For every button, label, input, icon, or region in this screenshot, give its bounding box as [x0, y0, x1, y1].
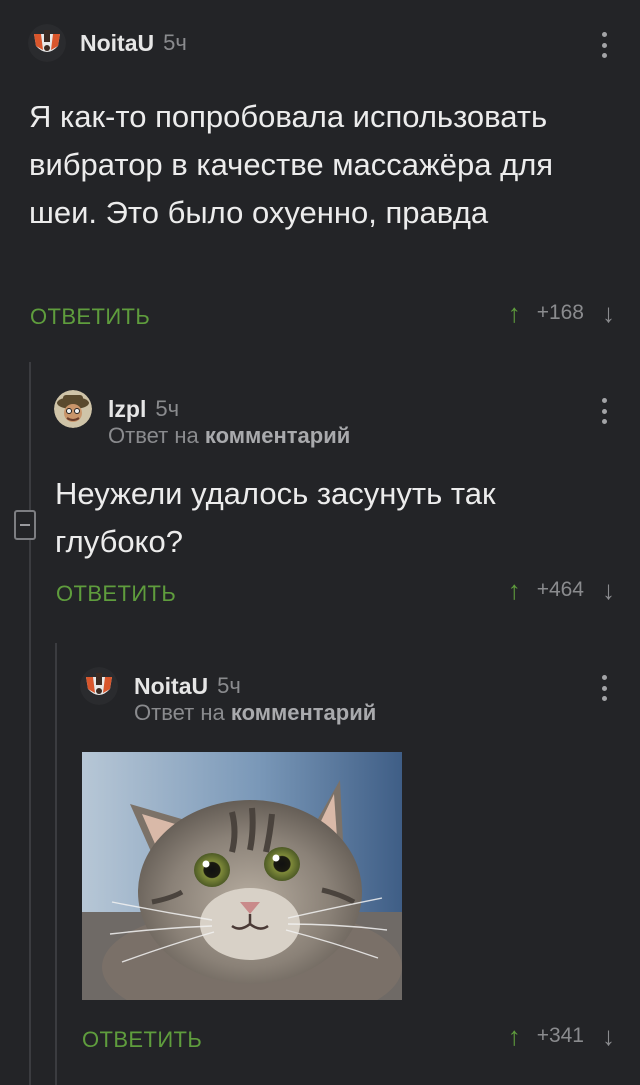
collapse-thread-button[interactable]: [14, 510, 36, 540]
comment-text: Неужели удалось засунуть так глубоко?: [55, 476, 496, 559]
avatar[interactable]: [54, 390, 92, 428]
reply-to-link[interactable]: комментарий: [231, 700, 376, 725]
reply-to-line: Ответ на комментарий: [134, 700, 376, 726]
username[interactable]: NoitaU: [80, 30, 154, 57]
vote-controls: ↑ +341 ↓: [508, 1023, 615, 1049]
reply-button[interactable]: ОТВЕТИТЬ: [82, 1027, 202, 1053]
score: +341: [536, 1024, 584, 1047]
downvote-icon[interactable]: ↓: [602, 300, 615, 326]
reply-to-line: Ответ на комментарий: [108, 423, 350, 449]
vote-controls: ↑ +168 ↓: [508, 300, 615, 326]
score: +168: [536, 301, 584, 324]
score: +464: [536, 578, 584, 601]
avatar[interactable]: [28, 24, 66, 62]
thread-line-level-1: [29, 362, 31, 1085]
downvote-icon[interactable]: ↓: [602, 577, 615, 603]
more-options-icon[interactable]: [601, 675, 607, 701]
timestamp: 5ч: [155, 396, 180, 421]
thread-line-level-2: [55, 643, 57, 1085]
reply-to-link[interactable]: комментарий: [205, 423, 350, 448]
reply-button[interactable]: ОТВЕТИТЬ: [30, 304, 150, 330]
downvote-icon[interactable]: ↓: [602, 1023, 615, 1049]
surprised-cat-image[interactable]: [82, 752, 402, 1000]
more-options-icon[interactable]: [601, 398, 607, 424]
reply-to-prefix: Ответ на: [134, 700, 225, 725]
comment-1-header: NoitaU 5ч: [28, 24, 187, 62]
upvote-icon[interactable]: ↑: [508, 577, 521, 603]
reply-button[interactable]: ОТВЕТИТЬ: [56, 581, 176, 607]
upvote-icon[interactable]: ↑: [508, 300, 521, 326]
timestamp: 5ч: [217, 673, 241, 698]
comment-text: Я как-то попробовала использовать вибрат…: [29, 99, 554, 230]
timestamp: 5ч: [163, 30, 187, 55]
more-options-icon[interactable]: [601, 32, 607, 58]
vote-controls: ↑ +464 ↓: [508, 577, 615, 603]
comment-thread: NoitaU 5ч Я как-то попробовала использов…: [0, 0, 640, 1085]
username[interactable]: lzpl: [108, 396, 146, 423]
username[interactable]: NoitaU: [134, 673, 208, 700]
avatar[interactable]: [80, 667, 118, 705]
upvote-icon[interactable]: ↑: [508, 1023, 521, 1049]
minus-icon: [20, 524, 30, 526]
reply-to-prefix: Ответ на: [108, 423, 199, 448]
